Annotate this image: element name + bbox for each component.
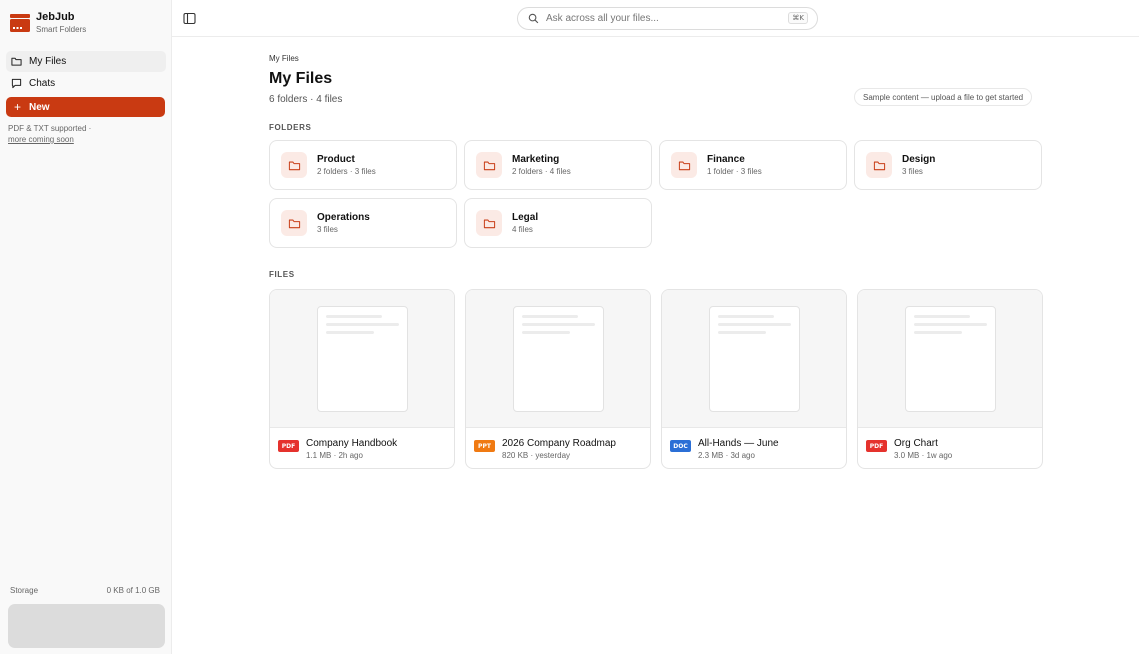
search-shortcut: ⌘K [788, 12, 808, 24]
folder-icon [476, 152, 502, 178]
folder-name: Legal [512, 212, 539, 223]
file-type-badge: DOC [670, 440, 691, 452]
folder-meta: 2 folders · 4 files [512, 167, 571, 176]
folder-card-legal[interactable]: Legal 4 files [464, 198, 652, 248]
document-thumbnail [317, 306, 408, 412]
file-info: PPT 2026 Company Roadmap 820 KB · yesterd… [474, 437, 616, 462]
brand-name: JebJub [36, 11, 75, 23]
folder-meta: 3 files [317, 225, 338, 234]
storage-bar [8, 604, 165, 648]
folder-name: Product [317, 154, 355, 165]
folder-meta: 3 files [902, 167, 923, 176]
sidebar-toggle-icon[interactable] [183, 12, 196, 25]
file-preview [858, 290, 1042, 428]
file-card-company-handbook[interactable]: PDF Company Handbook 1.1 MB · 2h ago [269, 289, 455, 469]
storage-value: 0 KB of 1.0 GB [106, 586, 160, 595]
file-meta: 820 KB · yesterday [502, 451, 571, 460]
brand-logo-icon [10, 14, 30, 32]
file-preview [466, 290, 650, 428]
file-meta: 2.3 MB · 3d ago [698, 451, 755, 460]
folder-icon [866, 152, 892, 178]
brand-subtitle: Smart Folders [36, 25, 87, 34]
main-content: My Files My Files 6 folders · 4 files Sa… [172, 38, 1139, 654]
page-summary: 6 folders · 4 files [269, 94, 343, 105]
folder-icon [281, 152, 307, 178]
file-name: Company Handbook [306, 438, 398, 449]
folder-name: Finance [707, 154, 745, 165]
document-thumbnail [709, 306, 800, 412]
search-icon [528, 13, 539, 24]
brand[interactable]: JebJub Smart Folders [10, 11, 86, 35]
sidebar: JebJub Smart Folders My Files Chats + Ne… [0, 0, 172, 654]
sidebar-item-label: My Files [29, 56, 67, 67]
new-button[interactable]: + New [6, 97, 165, 117]
folder-card-marketing[interactable]: Marketing 2 folders · 4 files [464, 140, 652, 190]
folder-name: Operations [317, 212, 370, 223]
sidebar-item-chats[interactable]: Chats [6, 73, 166, 94]
folder-name: Marketing [512, 154, 560, 165]
new-button-label: New [29, 101, 50, 113]
file-card-org-chart[interactable]: PDF Org Chart 3.0 MB · 1w ago [857, 289, 1043, 469]
folder-meta: 1 folder · 3 files [707, 167, 762, 176]
folder-card-design[interactable]: Design 3 files [854, 140, 1042, 190]
file-preview [270, 290, 454, 428]
search-input[interactable] [546, 13, 776, 24]
storage-row: Storage 0 KB of 1.0 GB [10, 586, 160, 595]
file-info: PDF Org Chart 3.0 MB · 1w ago [866, 437, 952, 462]
document-thumbnail [905, 306, 996, 412]
folder-card-product[interactable]: Product 2 folders · 3 files [269, 140, 457, 190]
folder-meta: 4 files [512, 225, 533, 234]
file-name: 2026 Company Roadmap [502, 438, 616, 449]
document-thumbnail [513, 306, 604, 412]
file-meta: 3.0 MB · 1w ago [894, 451, 953, 460]
search-bar[interactable]: ⌘K [517, 7, 818, 30]
file-meta: 1.1 MB · 2h ago [306, 451, 363, 460]
file-type-badge: PPT [474, 440, 495, 452]
file-card-all-hands[interactable]: DOC All-Hands — June 2.3 MB · 3d ago [661, 289, 847, 469]
topbar: ⌘K [172, 0, 1139, 37]
support-text: PDF & TXT supported · [8, 124, 92, 133]
folder-icon [11, 57, 22, 66]
file-preview [662, 290, 846, 428]
folder-card-operations[interactable]: Operations 3 files [269, 198, 457, 248]
page-title: My Files [269, 70, 333, 87]
plus-icon: + [14, 100, 22, 114]
breadcrumb[interactable]: My Files [269, 54, 299, 63]
chat-icon [11, 78, 22, 89]
file-card-company-roadmap[interactable]: PPT 2026 Company Roadmap 820 KB · yesterd… [465, 289, 651, 469]
folder-card-finance[interactable]: Finance 1 folder · 3 files [659, 140, 847, 190]
support-note: PDF & TXT supported · more coming soon [8, 123, 108, 145]
file-info: PDF Company Handbook 1.1 MB · 2h ago [278, 437, 397, 462]
more-coming-soon-link[interactable]: more coming soon [8, 134, 108, 145]
file-type-badge: PDF [278, 440, 299, 452]
folders-section-label: FOLDERS [269, 123, 312, 132]
folder-name: Design [902, 154, 936, 165]
files-section-label: FILES [269, 270, 295, 279]
sidebar-item-my-files[interactable]: My Files [6, 51, 166, 72]
folder-icon [476, 210, 502, 236]
file-type-badge: PDF [866, 440, 887, 452]
folder-meta: 2 folders · 3 files [317, 167, 376, 176]
file-info: DOC All-Hands — June 2.3 MB · 3d ago [670, 437, 779, 462]
sidebar-item-label: Chats [29, 78, 56, 89]
sample-content-note: Sample content — upload a file to get st… [854, 88, 1033, 106]
folder-icon [281, 210, 307, 236]
file-name: Org Chart [894, 438, 938, 449]
folder-icon [671, 152, 697, 178]
storage-label: Storage [10, 586, 39, 595]
file-name: All-Hands — June [698, 438, 779, 449]
